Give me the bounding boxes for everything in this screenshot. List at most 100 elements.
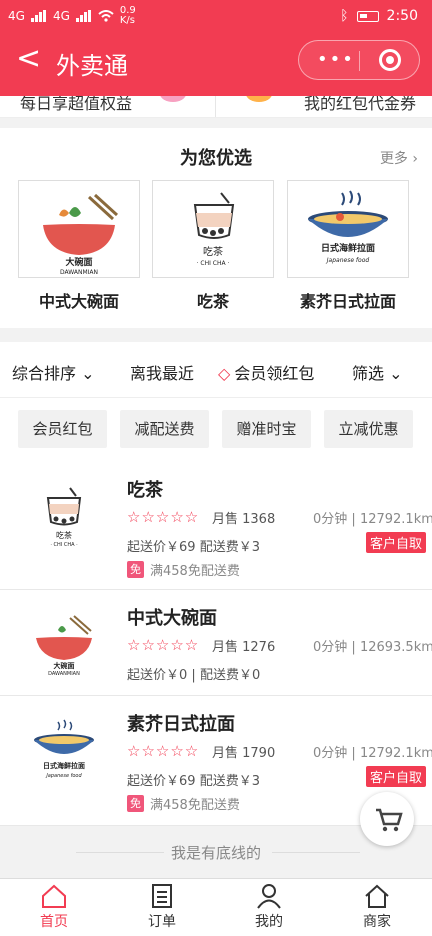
user-icon [257,884,281,909]
recommend-card[interactable]: 吃茶 · CHI CHA · 吃茶 [152,180,274,312]
monthly-sales: 月售 1276 [212,640,276,655]
battery-icon [356,10,379,22]
cart-button[interactable] [360,792,414,846]
bluetooth-icon: ᛒ [340,8,349,24]
svg-text:· CHI CHA ·: · CHI CHA · [50,542,78,548]
promo-text: 满458免配送费 [150,798,240,813]
distance: 12792.1km [359,746,432,761]
min-order: 起送价￥69 [127,774,196,789]
filter-bar: 综合排序 ⌄ 离我最近 ◇ 会员领红包 筛选 ⌄ [0,342,432,398]
monthly-sales: 月售 1790 [212,746,276,761]
svg-text:DAWANMIAN: DAWANMIAN [60,269,98,276]
miniapp-capsule: ••• [298,40,420,80]
distance: 12693.5km [359,640,432,655]
free-delivery-badge: 免 [127,795,144,812]
benefits-icon [160,96,186,102]
self-pickup-badge: 客户自取 [365,532,426,553]
delivery-time: 0分钟 [313,512,348,527]
store-logo: 日式海鲜拉面 Japanese food [28,718,100,782]
svg-text:大碗面: 大碗面 [65,256,92,268]
recommend-name: 吃茶 [196,292,229,311]
rating-stars: ☆☆☆☆☆ [127,636,200,654]
recommend-section: 为您优选 更多 › 大碗面 DAWANMIAN 中式大碗面 吃茶 · CHI C… [0,128,432,328]
close-miniapp-button[interactable] [379,49,401,71]
recommend-name: 素芥日式拉面 [299,292,396,311]
net-speed-unit: K/s [119,15,136,26]
signal-icon [30,10,46,22]
top-cards: 每日享超值权益 我的红包代金券 [0,96,432,118]
wifi-icon [98,10,114,22]
min-order: 起送价￥0 [127,668,188,683]
chevron-down-icon: ⌄ [81,364,95,383]
tab-mine[interactable]: 我的 [229,883,309,931]
tag-discount[interactable]: 立减优惠 [324,410,413,448]
coupon-icon [246,96,272,102]
store-logo: 吃茶 · CHI CHA · [28,484,100,548]
tab-home[interactable]: 首页 [14,883,94,931]
shop-icon [365,884,389,908]
tag-member-redpacket[interactable]: 会员红包 [18,410,107,448]
nearest-filter[interactable]: 离我最近 [130,360,194,384]
chevron-right-icon: › [412,151,418,167]
distance: 12792.1km [359,512,432,527]
signal-label: 4G [8,9,25,23]
svg-text:吃茶: 吃茶 [203,245,223,258]
tag-reduce-fee[interactable]: 减配送费 [120,410,209,448]
delivery-time: 0分钟 [313,640,348,655]
more-link[interactable]: 更多 › [380,148,418,168]
page-title: 外卖通 [56,52,128,80]
top-card-benefits[interactable]: 每日享超值权益 [20,96,132,114]
store-name: 中式大碗面 [127,608,217,629]
delivery-fee: 配送费￥3 [199,540,260,555]
svg-text:日式海鲜拉面: 日式海鲜拉面 [321,242,375,254]
recommend-card[interactable]: 大碗面 DAWANMIAN 中式大碗面 [18,180,140,312]
delivery-fee: 配送费￥0 [199,668,261,683]
home-icon [42,884,66,908]
clock: 2:50 [386,8,418,24]
app-page: 4G 4G 0.9 K/s ᛒ 2:50 < 外卖通 ••• 每日享超值权益 我… [0,0,432,936]
cart-icon [376,808,403,832]
store-name: 吃茶 [127,480,163,501]
delivery-fee: 配送费￥3 [199,774,260,789]
store-name: 素芥日式拉面 [127,714,235,735]
tab-bar: 首页 订单 我的 商家 [0,878,432,936]
recommend-title: 为您优选 [180,148,252,169]
more-menu-button[interactable]: ••• [317,49,355,70]
min-order: 起送价￥69 [127,540,196,555]
monthly-sales: 月售 1368 [212,512,276,527]
sort-dropdown[interactable]: 综合排序 ⌄ [12,360,95,384]
store-item[interactable]: 吃茶 · CHI CHA · 吃茶 ☆☆☆☆☆ 月售 1368 0分钟 | 12… [0,462,432,590]
recommend-card[interactable]: 日式海鲜拉面 Japanese food 素芥日式拉面 [287,180,409,312]
member-redpacket-filter[interactable]: ◇ 会员领红包 [218,360,314,384]
tab-merchant[interactable]: 商家 [337,883,417,931]
ramen-logo: 日式海鲜拉面 Japanese food [287,180,409,278]
svg-text:Japanese food: Japanese food [326,257,370,264]
store-logo: 大碗面 DAWANMIAN [28,612,100,677]
svg-text:Japanese food: Japanese food [45,773,82,779]
screen-dropdown[interactable]: 筛选 ⌄ [352,360,403,384]
status-bar: 4G 4G 0.9 K/s ᛒ 2:50 [0,0,432,34]
quick-tags: 会员红包 减配送费 赠准时宝 立减优惠 [0,398,432,462]
rating-stars: ☆☆☆☆☆ [127,742,200,760]
self-pickup-badge: 客户自取 [365,766,426,787]
signal2-icon [75,10,91,22]
top-card-coupons[interactable]: 我的红包代金券 [304,96,416,114]
promo-text: 满458免配送费 [150,564,240,579]
svg-text:· CHI CHA ·: · CHI CHA · [197,260,230,267]
signal2-label: 4G [52,9,70,23]
svg-text:吃茶: 吃茶 [56,530,72,540]
svg-text:日式海鲜拉面: 日式海鲜拉面 [43,761,85,770]
svg-text:大碗面: 大碗面 [54,661,75,670]
chevron-down-icon: ⌄ [389,364,403,383]
recommend-name: 中式大碗面 [38,292,119,311]
order-icon [152,884,172,908]
rating-stars: ☆☆☆☆☆ [127,508,200,526]
tag-ontime[interactable]: 赠准时宝 [222,410,311,448]
bowl-noodle-logo: 大碗面 DAWANMIAN [18,180,140,278]
back-button[interactable]: < [16,44,41,74]
store-item[interactable]: 大碗面 DAWANMIAN 中式大碗面 ☆☆☆☆☆ 月售 1276 0分钟 | … [0,590,432,696]
chicha-logo: 吃茶 · CHI CHA · [152,180,274,278]
delivery-time: 0分钟 [313,746,348,761]
free-delivery-badge: 免 [127,561,144,578]
tab-orders[interactable]: 订单 [122,883,202,931]
